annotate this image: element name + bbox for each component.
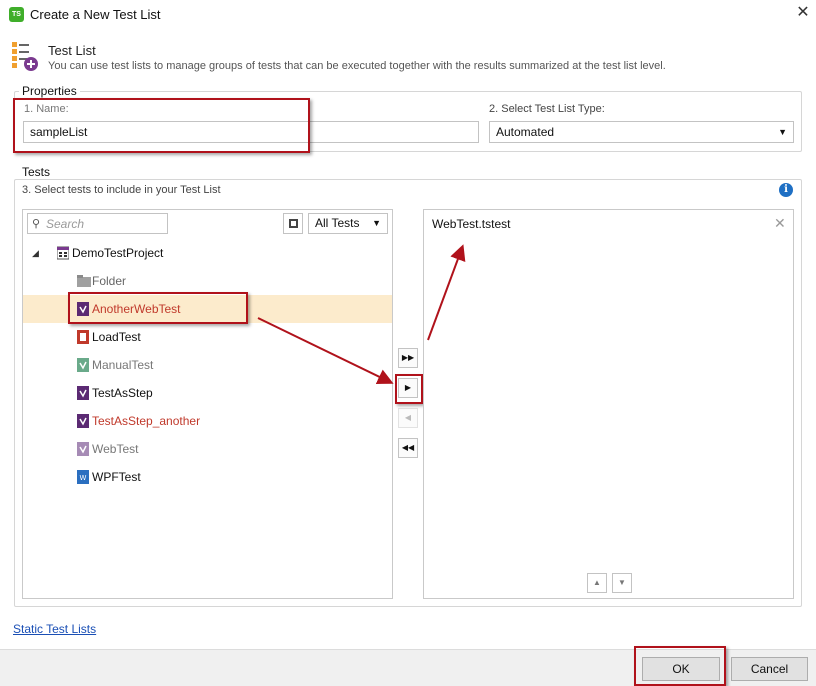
filter-select[interactable]: All Tests ▼ <box>308 213 388 234</box>
collapse-all-button[interactable] <box>283 213 303 234</box>
header-title: Test List <box>48 43 96 58</box>
project-icon <box>57 246 69 260</box>
remove-selected-button[interactable]: ◀ <box>398 408 418 428</box>
web-test-icon <box>77 442 89 456</box>
cancel-button[interactable]: Cancel <box>731 657 808 681</box>
name-input[interactable]: sampleList <box>23 121 479 143</box>
tests-instruction: 3. Select tests to include in your Test … <box>22 184 221 196</box>
clear-icon[interactable]: ✕ <box>774 215 786 232</box>
type-select[interactable]: Automated ▼ <box>489 121 794 143</box>
filter-select-value: All Tests <box>315 216 360 230</box>
chevron-down-icon: ▼ <box>778 127 787 137</box>
tree-project-label: DemoTestProject <box>72 246 164 260</box>
tree-item-label: ManualTest <box>92 358 154 372</box>
web-test-icon <box>77 302 89 316</box>
tree-item-label: AnotherWebTest <box>92 302 181 316</box>
tree-item-loadtest[interactable]: LoadTest <box>23 323 392 351</box>
move-up-button[interactable]: ▲ <box>587 573 607 593</box>
tree-item-webtest[interactable]: WebTest <box>23 435 392 463</box>
static-test-lists-link[interactable]: Static Test Lists <box>13 622 96 636</box>
expand-triangle-icon: ◢ <box>32 248 39 258</box>
selected-test-item[interactable]: WebTest.tstest <box>432 217 510 231</box>
tree-item-label: LoadTest <box>92 330 141 344</box>
tree-item-label: Folder <box>92 274 127 288</box>
window-title: Create a New Test List <box>30 7 161 22</box>
app-icon: TS <box>9 7 24 22</box>
tree-item-wpftest[interactable]: W WPFTest <box>23 463 392 491</box>
test-list-icon <box>12 42 38 71</box>
manual-test-icon <box>77 358 89 372</box>
tests-group-label: Tests <box>19 165 54 179</box>
header-description: You can use test lists to manage groups … <box>48 60 666 72</box>
search-input[interactable]: ⚲ Search <box>27 213 168 234</box>
move-down-button[interactable]: ▼ <box>612 573 632 593</box>
tree-item-label: TestAsStep_another <box>92 414 201 428</box>
tree-item-manualtest[interactable]: ManualTest <box>23 351 392 379</box>
wpf-test-icon: W <box>77 470 89 484</box>
tree-item-folder[interactable]: Folder <box>23 267 392 295</box>
search-placeholder: Search <box>46 217 85 231</box>
tree-item-label: WebTest <box>92 442 139 456</box>
add-selected-button[interactable]: ▶ <box>398 378 418 398</box>
tree-item-label: TestAsStep <box>92 386 153 400</box>
web-test-icon <box>77 414 89 428</box>
svg-text:W: W <box>80 474 87 482</box>
close-icon[interactable]: ✕ <box>794 4 812 22</box>
tree-project-row[interactable]: ◢ DemoTestProject <box>23 239 392 267</box>
info-icon[interactable]: i <box>779 183 793 197</box>
add-all-button[interactable]: ▶▶ <box>398 348 418 368</box>
type-select-value: Automated <box>496 125 555 139</box>
web-test-icon <box>77 386 89 400</box>
remove-all-button[interactable]: ◀◀ <box>398 438 418 458</box>
load-test-icon <box>77 330 89 344</box>
properties-group-label: Properties <box>19 84 80 98</box>
chevron-down-icon: ▼ <box>372 218 381 228</box>
name-label: 1. Name: <box>24 103 69 115</box>
tree-item-anotherwebtest[interactable]: AnotherWebTest <box>23 295 392 323</box>
folder-icon <box>77 275 91 287</box>
tree-item-label: WPFTest <box>92 470 141 484</box>
selected-tests-panel <box>423 209 794 599</box>
ok-button[interactable]: OK <box>642 657 720 681</box>
search-icon: ⚲ <box>32 218 41 230</box>
square-icon <box>288 219 298 228</box>
tree-item-testasstep[interactable]: TestAsStep <box>23 379 392 407</box>
type-label: 2. Select Test List Type: <box>489 103 605 115</box>
title-bar: TS Create a New Test List ✕ <box>0 0 816 30</box>
tree-item-testasstep-another[interactable]: TestAsStep_another <box>23 407 392 435</box>
